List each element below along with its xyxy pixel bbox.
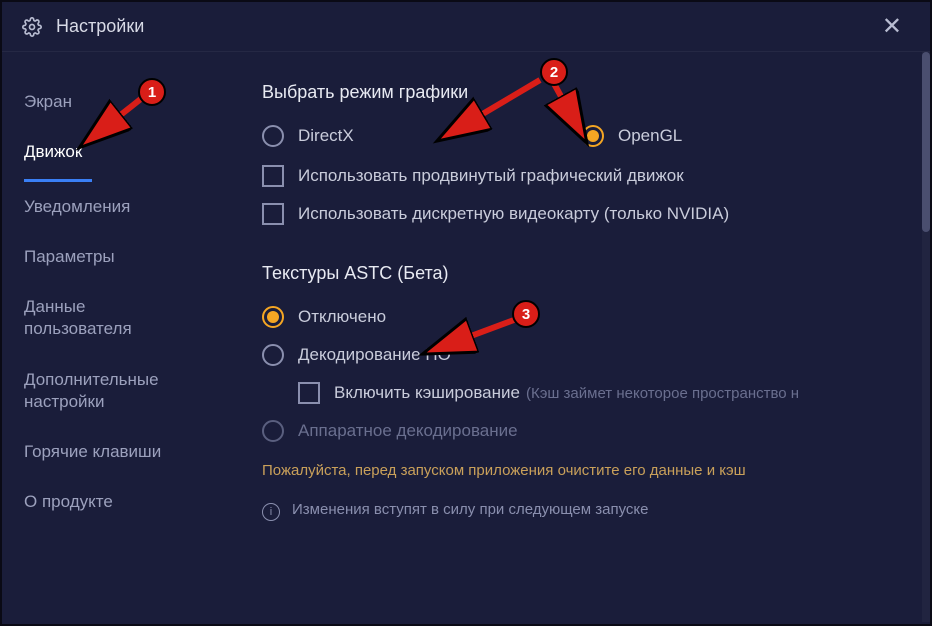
info-icon: i [262, 503, 280, 521]
info-text: Изменения вступят в силу при следующем з… [292, 501, 648, 518]
radio-sw-decode[interactable]: Декодирование ПО [262, 344, 900, 366]
radio-disabled[interactable]: Отключено [262, 306, 900, 328]
annotation-marker-2: 2 [540, 58, 568, 86]
caching-hint: (Кэш займет некоторое пространство н [526, 385, 799, 402]
gear-icon [22, 17, 42, 37]
radio-circle-unselected [262, 125, 284, 147]
annotation-marker-1: 1 [138, 78, 166, 106]
radio-circle-selected [262, 306, 284, 328]
astc-textures-title: Текстуры ASTC (Бета) [262, 263, 900, 284]
scrollbar-thumb[interactable] [922, 52, 930, 232]
radio-label-disabled: Отключено [298, 307, 386, 327]
radio-circle-unselected [262, 344, 284, 366]
checkbox-box [298, 382, 320, 404]
annotation-arrow-2a [428, 74, 598, 154]
radio-label-directx: DirectX [298, 126, 354, 146]
checkbox-box [262, 165, 284, 187]
warning-text: Пожалуйста, перед запуском приложения оч… [262, 460, 900, 483]
sidebar-item-userdata[interactable]: Данные пользователя [2, 282, 202, 354]
radio-label-opengl: OpenGL [618, 126, 682, 146]
checkbox-advanced-engine[interactable]: Использовать продвинутый графический дви… [262, 165, 900, 187]
radio-hw-decode[interactable]: Аппаратное декодирование [262, 420, 900, 442]
checkbox-caching[interactable]: Включить кэширование (Кэш займет некотор… [298, 382, 900, 404]
sidebar-item-hotkeys[interactable]: Горячие клавиши [2, 427, 202, 477]
radio-label-hw-decode: Аппаратное декодирование [298, 421, 518, 441]
checkbox-label: Использовать продвинутый графический дви… [298, 166, 684, 186]
window-title: Настройки [56, 16, 874, 37]
sidebar-item-notifications[interactable]: Уведомления [2, 182, 202, 232]
checkbox-label-caching: Включить кэширование [334, 383, 520, 403]
radio-dot [267, 311, 279, 323]
radio-circle-disabled [262, 420, 284, 442]
checkbox-discrete-gpu[interactable]: Использовать дискретную видеокарту (толь… [262, 203, 900, 225]
sidebar-item-advanced[interactable]: Дополнительные настройки [2, 355, 202, 427]
close-button[interactable]: ✕ [874, 8, 910, 45]
annotation-arrow-3 [414, 314, 524, 364]
annotation-marker-3: 3 [512, 300, 540, 328]
annotation-arrow-1 [72, 92, 152, 162]
checkbox-label: Использовать дискретную видеокарту (толь… [298, 204, 729, 224]
sidebar-item-parameters[interactable]: Параметры [2, 232, 202, 282]
info-row: i Изменения вступят в силу при следующем… [262, 501, 900, 521]
checkbox-box [262, 203, 284, 225]
titlebar: Настройки ✕ [2, 2, 930, 52]
sidebar-item-about[interactable]: О продукте [2, 477, 202, 527]
scrollbar[interactable] [922, 52, 930, 622]
